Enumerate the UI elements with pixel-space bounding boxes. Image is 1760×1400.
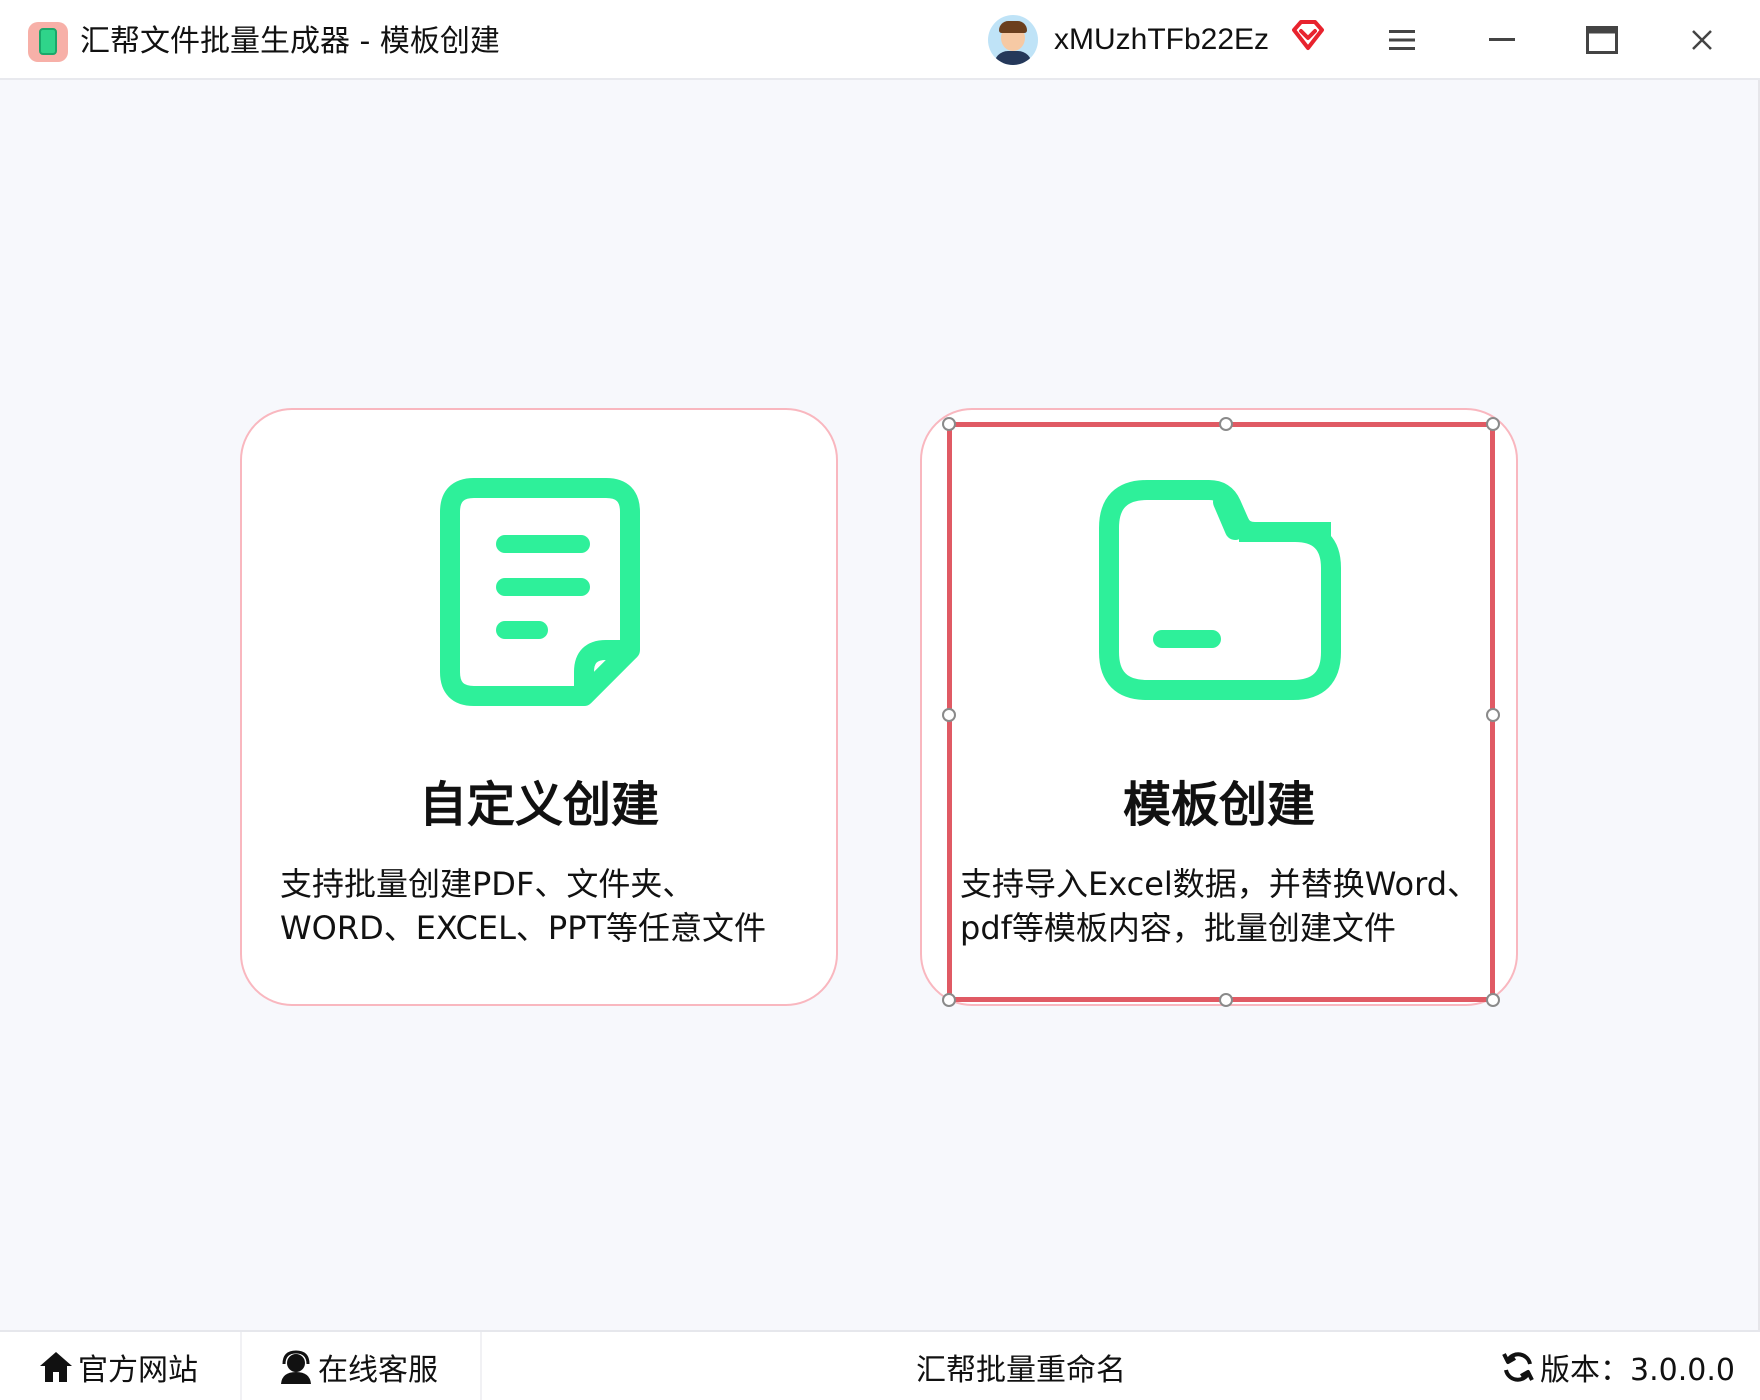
vip-diamond-icon[interactable] xyxy=(1290,18,1326,54)
app-window: 汇帮文件批量生成器 - 模板创建 xMUzhTFb22Ez 自定义创建 支持批量… xyxy=(0,0,1760,1400)
online-support-link[interactable]: 在线客服 xyxy=(278,1332,438,1400)
menu-icon[interactable] xyxy=(1380,18,1424,62)
custom-create-card[interactable]: 自定义创建 支持批量创建PDF、文件夹、 WORD、EXCEL、PPT等任意文件 xyxy=(240,408,838,1006)
custom-create-description: 支持批量创建PDF、文件夹、 WORD、EXCEL、PPT等任意文件 xyxy=(280,865,767,947)
status-bar: 官方网站 在线客服 汇帮批量重命名 版本：3.0.0.0 xyxy=(0,1330,1760,1400)
user-avatar[interactable] xyxy=(988,15,1038,65)
app-logo-icon xyxy=(28,22,68,62)
document-icon xyxy=(440,478,640,706)
divider xyxy=(240,1332,242,1400)
template-create-card[interactable]: 模板创建 支持导入Excel数据，并替换Word、 pdf等模板内容，批量创建文… xyxy=(920,408,1518,1006)
folder-icon xyxy=(1099,480,1341,700)
batch-rename-link[interactable]: 汇帮批量重命名 xyxy=(916,1332,1126,1400)
divider xyxy=(480,1332,482,1400)
custom-create-title: 自定义创建 xyxy=(418,777,659,833)
template-create-title: 模板创建 xyxy=(1122,777,1315,833)
customer-service-icon xyxy=(281,1350,311,1384)
template-create-description: 支持导入Excel数据，并替换Word、 pdf等模板内容，批量创建文件 xyxy=(960,865,1480,947)
window-title: 汇帮文件批量生成器 - 模板创建 xyxy=(80,24,500,59)
maximize-icon[interactable] xyxy=(1580,18,1624,62)
refresh-icon xyxy=(1502,1352,1534,1382)
username[interactable]: xMUzhTFb22Ez xyxy=(1054,20,1269,60)
version-info[interactable]: 版本：3.0.0.0 xyxy=(1500,1332,1735,1400)
close-icon[interactable] xyxy=(1680,18,1724,62)
home-icon xyxy=(40,1352,72,1382)
official-website-link[interactable]: 官方网站 xyxy=(38,1332,198,1400)
title-bar: 汇帮文件批量生成器 - 模板创建 xMUzhTFb22Ez xyxy=(0,0,1760,80)
minimize-icon[interactable] xyxy=(1480,18,1524,62)
